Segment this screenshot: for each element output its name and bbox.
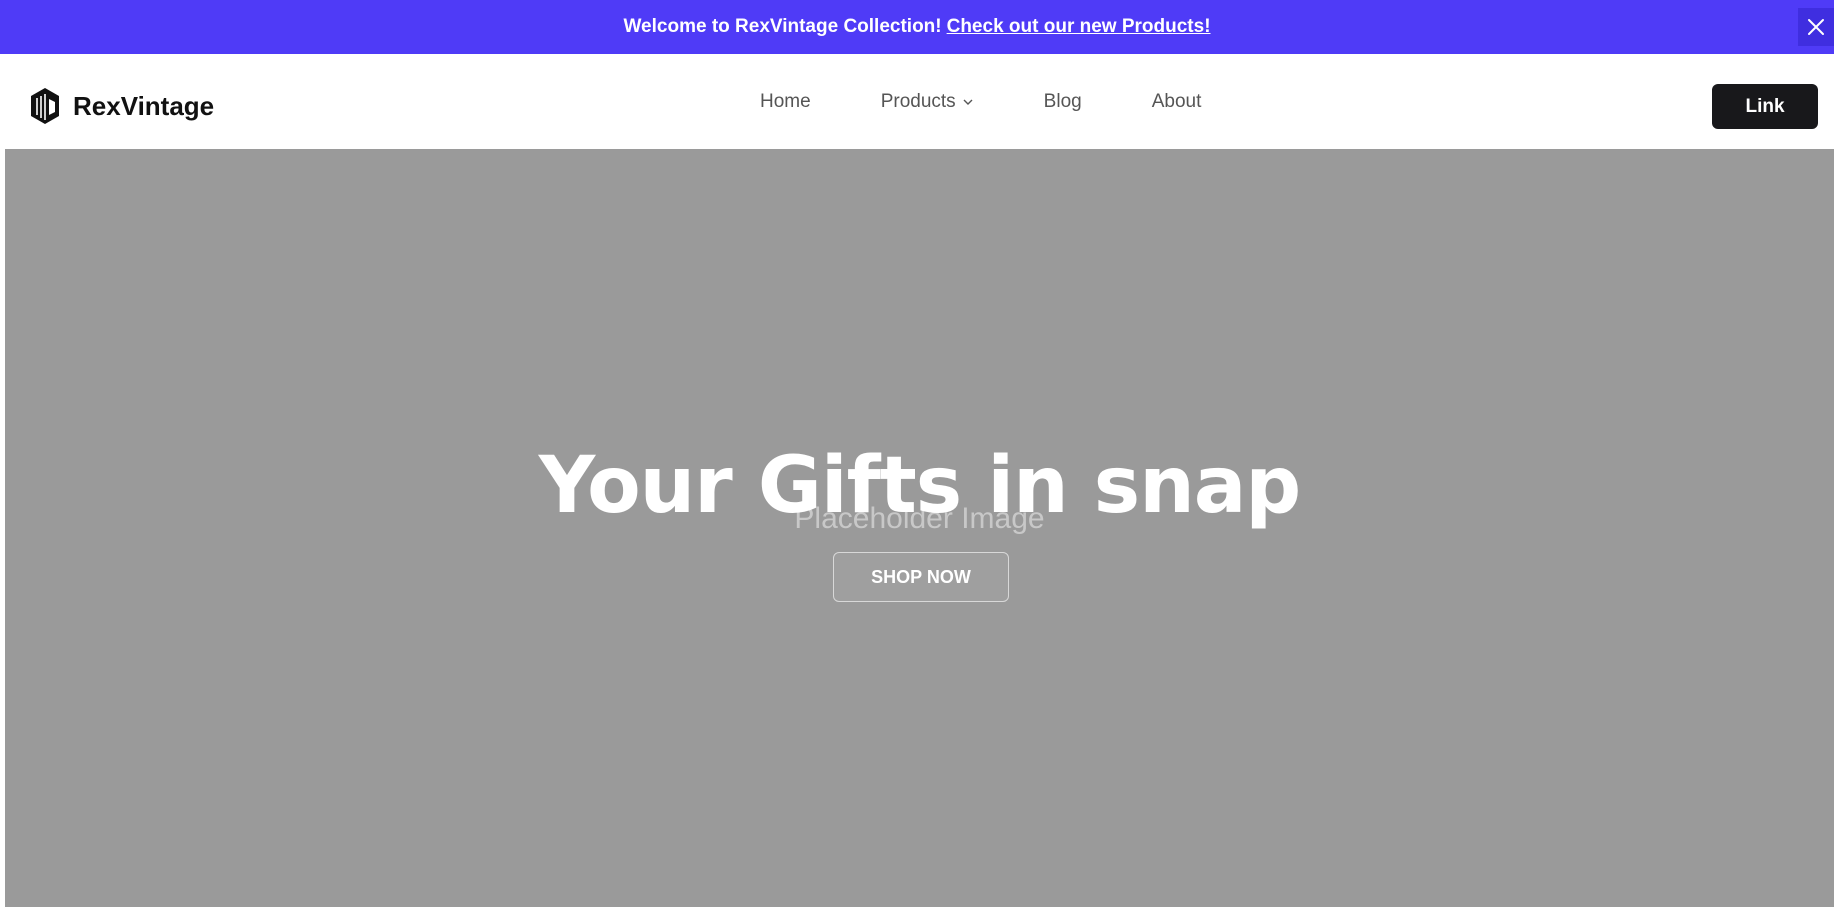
rexvintage-logo [31, 88, 59, 124]
chevron-down-icon [963, 99, 973, 105]
nav-item-label: Home [760, 90, 811, 112]
nav-item-home[interactable]: Home [760, 91, 811, 113]
hero-headline: Your Gifts in snap [538, 441, 1301, 531]
nav-item-label: Products [880, 90, 956, 112]
announcement-message: Welcome to RexVintage Collection! Check o… [623, 16, 1210, 38]
brand-name: RexVintage [73, 90, 215, 121]
hero-banner: Placeholder Image Your Gifts in snap SHO… [5, 149, 1834, 907]
announcement-text: Welcome to RexVintage Collection! [623, 16, 942, 37]
close-announcement-button[interactable] [1798, 8, 1834, 46]
close-icon [1808, 19, 1824, 35]
brand-home-link[interactable]: RexVintage [29, 87, 214, 125]
shop-now-button[interactable]: SHOP NOW [833, 552, 1009, 602]
nav-item-blog[interactable]: Blog [1044, 91, 1082, 113]
site-header: RexVintage Home Products Blog About Link [0, 54, 1834, 149]
main-nav: Home Products Blog About [760, 54, 1201, 149]
nav-item-label: Blog [1043, 90, 1082, 112]
nav-item-products[interactable]: Products [881, 91, 974, 113]
announcement-link[interactable]: Check out our new Products! [947, 16, 1211, 37]
nav-item-label: About [1151, 90, 1202, 112]
announcement-bar: Welcome to RexVintage Collection! Check o… [0, 0, 1834, 54]
link-button[interactable]: Link [1712, 84, 1818, 129]
nav-item-about[interactable]: About [1152, 91, 1202, 113]
